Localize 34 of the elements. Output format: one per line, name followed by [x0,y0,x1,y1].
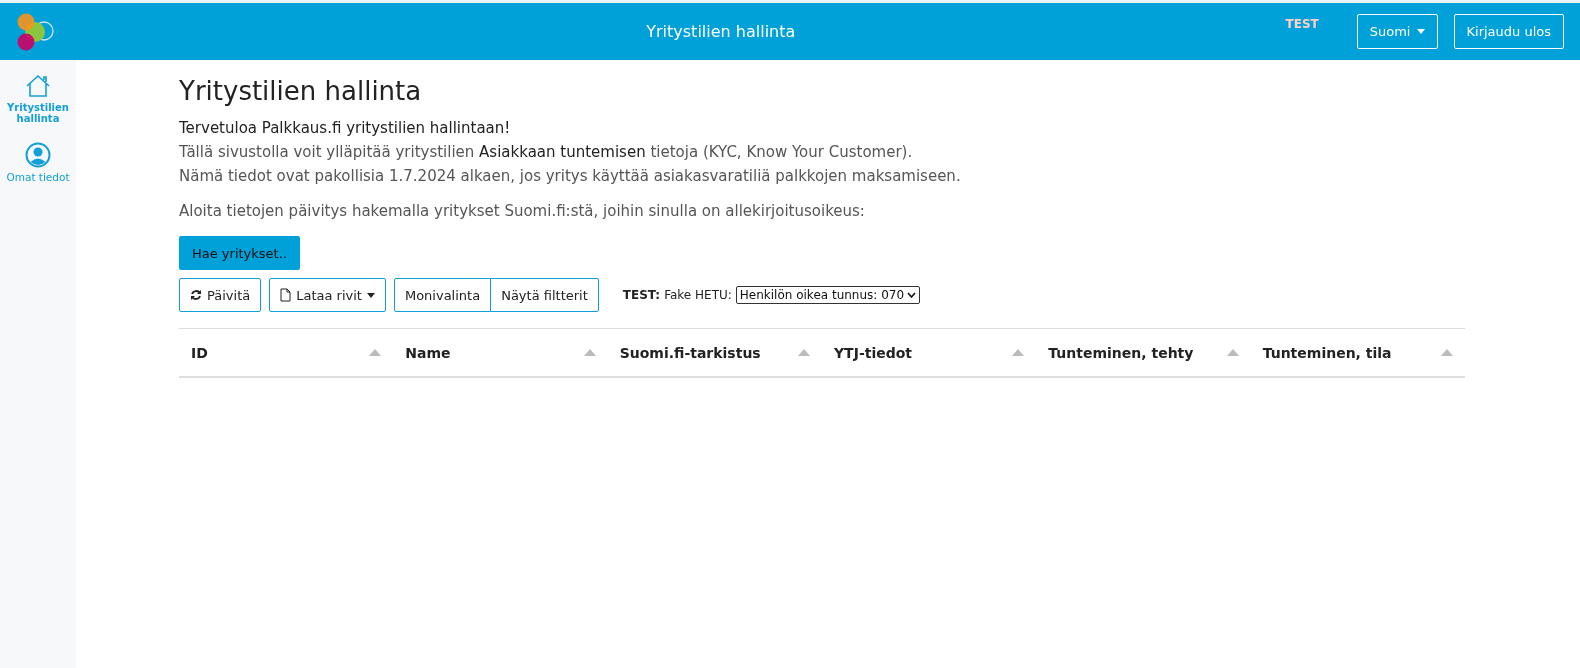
show-filters-button[interactable]: Näytä filtterit [490,278,599,312]
chevron-icon [907,292,917,298]
column-header[interactable]: Suomi.fi-tarkistus [607,329,822,376]
user-icon [25,142,51,168]
sort-icon [1226,349,1239,356]
hetu-label: Fake HETU: [664,288,732,302]
intro-text: Nämä tiedot ovat pakollisia 1.7.2024 alkaen, jos yritys käyttää asiakasvaratiliä palkkojen maksamiseen. [179,166,962,187]
column-header[interactable]: ID [179,329,394,376]
caret-icon [1416,29,1425,34]
test-label: TEST: [622,288,661,302]
environment-label: TEST [1285,17,1319,31]
file-icon [280,288,292,302]
fetch-companies-button[interactable]: Hae yritykset.. [179,236,300,270]
home-icon [25,74,51,98]
app-title: Yritystilien hallinta [645,22,797,41]
multiselect-button[interactable]: Monivalinta [393,278,492,312]
page-title: Yritystilien hallinta [179,76,423,106]
refresh-button[interactable]: Päivitä [179,278,262,312]
welcome-text: Tervetuloa Palkkaus.fi yritystilien hallintaan! [179,118,512,139]
sort-icon [798,349,810,356]
refresh-icon [190,289,202,301]
sort-icon [1441,349,1453,356]
column-header[interactable]: Name [393,329,608,376]
sort-icon [369,349,382,356]
column-header[interactable]: Tunteminen, tehty [1036,329,1251,376]
column-header[interactable]: YTJ-tiedot [822,329,1037,376]
sort-icon [583,349,596,356]
column-header[interactable]: Tunteminen, tila [1250,329,1465,376]
intro-text: Tällä sivustolla voit ylläpitää yritystilien Asiakkaan tuntemisen tietoja (KYC, Know Your Customer). [179,142,914,163]
instruction-text: Aloita tietojen päivitys hakemalla yritykset Suomi.fi:stä, joihin sinulla on allekirjoitusoikeus: [179,202,866,220]
download-rows-dropdown[interactable]: Lataa rivit [269,278,386,312]
sort-icon [1012,349,1025,356]
caret-icon [366,292,375,298]
hetu-select[interactable]: Henkilön oikea tunnus: 070 [735,286,921,304]
